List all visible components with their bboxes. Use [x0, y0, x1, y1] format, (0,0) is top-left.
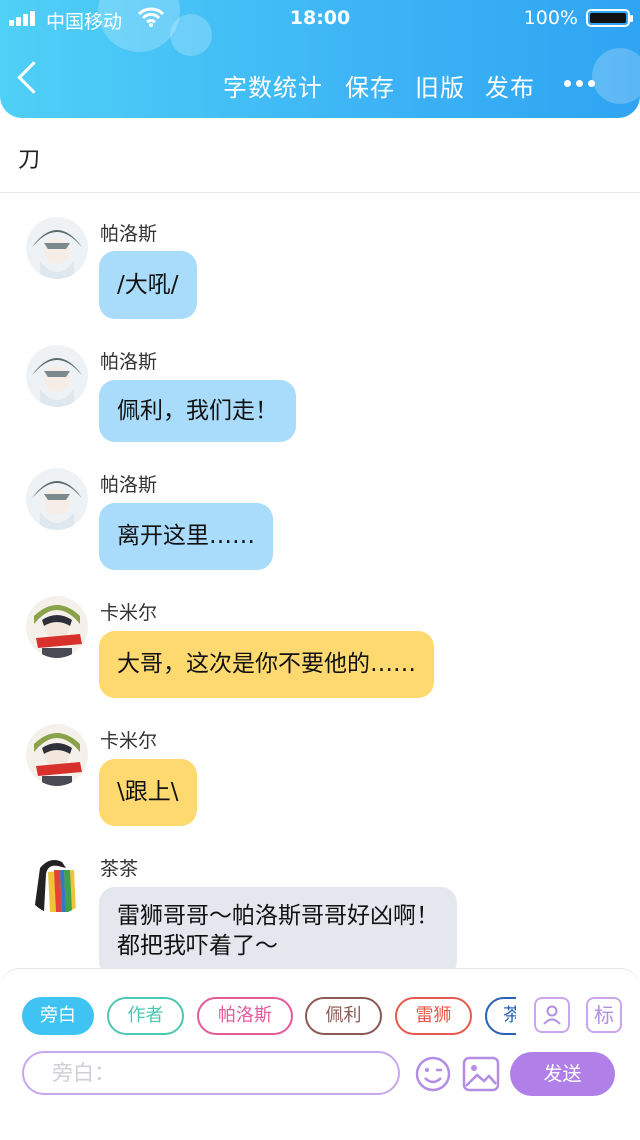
- story-title: 刀: [18, 148, 41, 173]
- tag-button[interactable]: 标: [586, 997, 622, 1033]
- avatar-kamir: [26, 724, 88, 786]
- message-text: \跟上\: [117, 779, 179, 805]
- speaker-name: 帕洛斯: [100, 474, 158, 496]
- old-version-button[interactable]: 旧版: [415, 68, 465, 103]
- message-bubble: /大吼/: [99, 251, 197, 319]
- send-button[interactable]: 发送: [510, 1052, 615, 1096]
- speaker-name: 茶茶: [100, 858, 139, 880]
- role-chip-chacha[interactable]: 茶: [485, 997, 516, 1035]
- role-chip-leishi[interactable]: 雷狮: [395, 997, 472, 1035]
- top-bar: 中国移动 18:00 100% 字数统计 保存 旧版 发布: [0, 0, 640, 118]
- message-text-line: 都把我吓着了～: [117, 933, 278, 959]
- role-chip-narration[interactable]: 旁白: [22, 997, 94, 1035]
- message-input[interactable]: [50, 1053, 374, 1093]
- message-bubble: \跟上\: [99, 759, 197, 826]
- story-title-row[interactable]: 刀: [0, 118, 640, 193]
- message-input-wrapper: [22, 1051, 400, 1095]
- avatar-chacha: [26, 852, 88, 914]
- message-bubble: 雷狮哥哥～帕洛斯哥哥好凶啊！ 都把我吓着了～: [99, 887, 457, 977]
- avatar-palos: [26, 468, 88, 530]
- word-count-button[interactable]: 字数统计: [223, 68, 323, 103]
- message-text: 离开这里……: [117, 523, 255, 549]
- avatar-kamir: [26, 596, 88, 658]
- speaker-name: 卡米尔: [100, 730, 158, 752]
- message-text: /大吼/: [117, 272, 179, 298]
- avatar-palos: [26, 217, 88, 279]
- back-arrow-icon[interactable]: [17, 61, 50, 94]
- publish-button[interactable]: 发布: [485, 68, 535, 103]
- message-text: 大哥，这次是你不要他的……: [117, 651, 416, 677]
- status-bar: 中国移动 18:00 100%: [0, 0, 640, 36]
- emoji-icon[interactable]: [414, 1055, 452, 1093]
- avatar-palos: [26, 345, 88, 407]
- speaker-name: 帕洛斯: [100, 351, 158, 373]
- speaker-name: 卡米尔: [100, 602, 158, 624]
- message-bubble: 离开这里……: [99, 503, 273, 570]
- role-chip-palos[interactable]: 帕洛斯: [197, 997, 293, 1035]
- save-button[interactable]: 保存: [345, 68, 395, 103]
- battery-percent: 100%: [523, 7, 578, 29]
- image-icon[interactable]: [462, 1056, 500, 1092]
- message-text-line: 雷狮哥哥～帕洛斯哥哥好凶啊！: [117, 903, 439, 929]
- message-bubble: 大哥，这次是你不要他的……: [99, 631, 434, 698]
- battery-icon: [586, 9, 633, 27]
- composer-panel: 旁白 作者 帕洛斯 佩利 雷狮 茶 标 发送: [0, 968, 640, 1140]
- add-role-icon[interactable]: [534, 997, 570, 1033]
- message-bubble: 佩利，我们走！: [99, 380, 296, 442]
- role-chip-peili[interactable]: 佩利: [305, 997, 382, 1035]
- speaker-name: 帕洛斯: [100, 223, 158, 245]
- role-chip-clip: 茶: [485, 997, 516, 1035]
- message-text: 佩利，我们走！: [117, 398, 278, 424]
- role-chip-author[interactable]: 作者: [107, 997, 184, 1035]
